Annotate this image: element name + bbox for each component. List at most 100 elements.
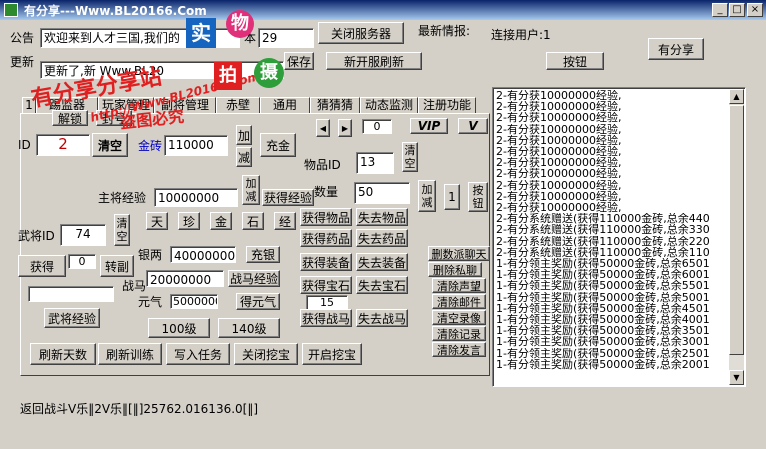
new-server-refresh-button[interactable]: 新开服刷新	[326, 52, 422, 70]
stone-button[interactable]: 石	[242, 212, 264, 230]
clear-reputation-button[interactable]: 清除声望	[432, 278, 486, 293]
latest-info-label: 最新情报:	[418, 24, 471, 38]
level-140-button[interactable]: 140级	[218, 318, 280, 338]
announce-input[interactable]: 欢迎来到人才三国,我们的	[40, 28, 240, 48]
scroll-up-button[interactable]: ▲	[729, 89, 744, 104]
general-text-input[interactable]	[28, 286, 114, 302]
scroll-thumb[interactable]	[729, 105, 744, 355]
zero-input[interactable]: 0	[68, 254, 96, 269]
clear-recording-button[interactable]: 清空录像	[432, 310, 486, 325]
charge-gold-button[interactable]: 充金	[260, 133, 296, 157]
get-gem-button[interactable]: 获得宝石	[300, 276, 352, 294]
lose-equip-button[interactable]: 失去装备	[356, 253, 408, 271]
log-line: 2-有分系统赠送(获得110000金砖,总余440	[496, 213, 710, 225]
tab-deputy-manage[interactable]: 副将管理	[154, 97, 216, 114]
get-item-button[interactable]: 获得物品	[300, 208, 352, 226]
general-id-input[interactable]: 74	[60, 224, 106, 246]
tab-1[interactable]: 1	[22, 97, 36, 114]
save-button[interactable]: 保存	[284, 52, 314, 70]
quantity-add-sub-button[interactable]: 加减	[418, 180, 436, 212]
v-button[interactable]: V	[458, 118, 488, 134]
clear-speech-button[interactable]: 清除发言	[432, 342, 486, 357]
share-button[interactable]: 有分享	[648, 38, 704, 60]
gold-char-button[interactable]: 金	[210, 212, 232, 230]
top-button[interactable]: 按钮	[546, 52, 604, 70]
get-yuanqi-button[interactable]: 得元气	[236, 293, 280, 310]
close-dig-button[interactable]: 关闭挖宝	[234, 343, 298, 365]
log-line: 2-有分获10000000经验,	[496, 101, 622, 113]
general-exp-button[interactable]: 武将经验	[44, 308, 100, 328]
lord-exp-label: 主将经验	[98, 191, 147, 205]
log-line: 2-有分系统赠送(获得110000金砖,总余330	[496, 224, 710, 236]
convert-deputy-button[interactable]: 转副	[100, 255, 134, 277]
close-button[interactable]: ×	[747, 3, 763, 17]
log-line: 2-有分获10000000经验,	[496, 123, 622, 135]
warhorse-input[interactable]: 20000000	[146, 270, 224, 287]
lose-gem-button[interactable]: 失去宝石	[356, 276, 408, 294]
clear-mail-button[interactable]: 清除邮件	[432, 294, 486, 309]
log-list[interactable]: 2-有分获10000000经验, 2-有分获10000000经验, 2-有分获100…	[492, 87, 746, 387]
clear-general-button[interactable]: 清空	[114, 214, 130, 246]
log-line: 2-有分系统赠送(获得110000金砖,总余220	[496, 235, 710, 247]
clear-item-button[interactable]: 清空	[402, 142, 418, 172]
quantity-button[interactable]: 按钮	[468, 182, 488, 212]
scroll-down-button[interactable]: ▼	[729, 370, 744, 385]
yuanqi-input[interactable]: 5000000	[170, 294, 218, 309]
minimize-button[interactable]: _	[712, 3, 728, 17]
log-scrollbar[interactable]: ▲ ▼	[729, 89, 744, 385]
charge-silver-button[interactable]: 充银	[246, 246, 280, 263]
write-task-button[interactable]: 写入任务	[166, 343, 230, 365]
next-arrow-button[interactable]: ▶	[338, 119, 352, 137]
get-medicine-button[interactable]: 获得药品	[300, 229, 352, 247]
sky-button[interactable]: 天	[146, 212, 168, 230]
exp-add-sub-button[interactable]: 加减	[242, 175, 260, 205]
log-line: 2-有分获10000000经验,	[496, 134, 622, 147]
tab-chibi[interactable]: 赤壁	[216, 97, 260, 114]
get-equip-button[interactable]: 获得装备	[300, 253, 352, 271]
lord-exp-input[interactable]: 10000000	[154, 188, 238, 207]
close-server-button[interactable]: 关闭服务器	[318, 22, 404, 44]
fifteen-input[interactable]: 15	[306, 295, 348, 310]
gold-brick-input[interactable]: 110000	[164, 135, 228, 156]
gold-sub-button[interactable]: 减	[236, 147, 252, 167]
log-line: 1-有分领主奖励(获得50000金砖,总余4501	[496, 302, 710, 315]
unlock-button[interactable]: 解锁	[52, 110, 88, 126]
maximize-button[interactable]: □	[729, 3, 745, 17]
lose-warhorse-button[interactable]: 失去战马	[356, 309, 408, 327]
tab-guess[interactable]: 猜猜猜	[310, 97, 360, 114]
get-exp-button[interactable]: 获得经验	[262, 189, 314, 206]
clear-id-button[interactable]: 清空	[92, 133, 128, 157]
tab-register[interactable]: 注册功能	[418, 97, 476, 114]
announce-label: 公告	[10, 31, 35, 45]
refresh-training-button[interactable]: 刷新训练	[98, 343, 162, 365]
level-100-button[interactable]: 100级	[148, 318, 210, 338]
counter-input[interactable]: 0	[362, 119, 392, 134]
warhorse-exp-button[interactable]: 战马经验	[228, 270, 280, 287]
delete-faction-chat-button[interactable]: 删数派聊天	[428, 246, 490, 261]
id-input[interactable]: 2	[36, 134, 90, 156]
gold-add-button[interactable]: 加	[236, 125, 252, 145]
clear-records-button[interactable]: 清除记录	[432, 326, 486, 341]
lose-medicine-button[interactable]: 失去药品	[356, 229, 408, 247]
refresh-days-button[interactable]: 刷新天数	[30, 343, 96, 365]
ban-button[interactable]: 封号	[96, 110, 132, 126]
silver-input[interactable]: 40000000	[170, 246, 236, 263]
update-label: 更新	[10, 55, 35, 69]
obtain-button[interactable]: 获得	[18, 255, 66, 277]
treasure-button[interactable]: 珍	[178, 212, 200, 230]
vip-button[interactable]: VIP	[410, 118, 448, 134]
one-button[interactable]: 1	[444, 184, 460, 210]
update-input[interactable]: 更新了,新 Www.BL20	[40, 61, 284, 79]
exp-char-button[interactable]: 经	[274, 212, 296, 230]
tab-dynamic-monitor[interactable]: 动态监测	[360, 97, 418, 114]
lose-item-button[interactable]: 失去物品	[356, 208, 408, 226]
delete-private-chat-button[interactable]: 删除私聊	[428, 262, 482, 277]
quantity-input[interactable]: 50	[354, 182, 410, 204]
open-dig-button[interactable]: 开启挖宝	[302, 343, 362, 365]
log-line: 2-有分获10000000经验,	[496, 90, 622, 102]
version-input[interactable]: 29	[258, 28, 314, 48]
item-id-input[interactable]: 13	[356, 152, 394, 174]
get-warhorse-button[interactable]: 获得战马	[300, 309, 352, 327]
prev-arrow-button[interactable]: ◀	[316, 119, 330, 137]
tab-general[interactable]: 通用	[260, 97, 310, 114]
